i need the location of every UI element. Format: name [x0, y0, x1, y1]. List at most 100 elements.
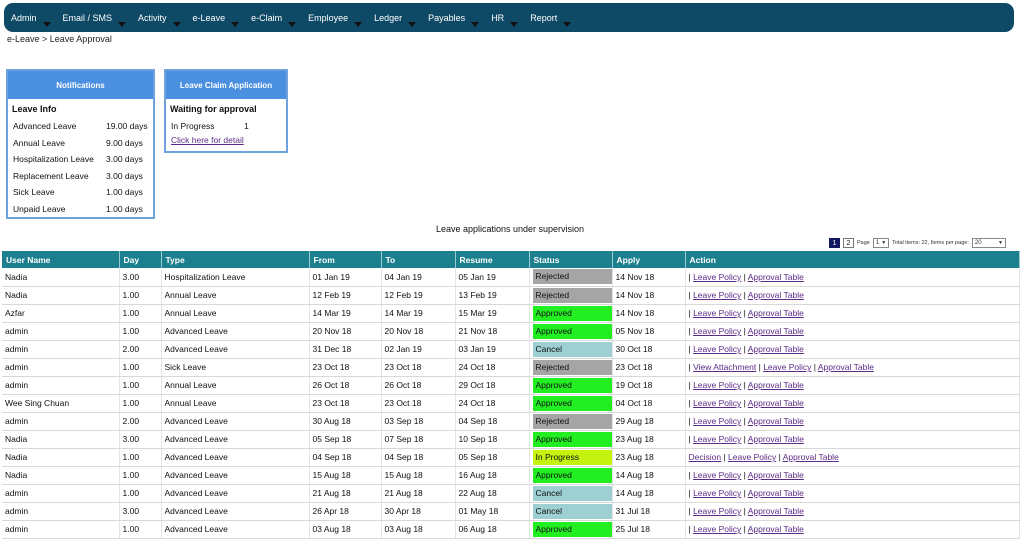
action-cell: | Leave Policy | Approval Table	[685, 430, 1020, 449]
approval-table-link[interactable]: Approval Table	[748, 272, 804, 282]
nav-item-e-claim[interactable]: e-Claim	[251, 13, 297, 27]
approval-table-link[interactable]: Approval Table	[748, 380, 804, 390]
user-name-cell: admin	[2, 520, 120, 539]
approval-table-link[interactable]: Approval Table	[748, 290, 804, 300]
column-header[interactable]: Status	[529, 251, 613, 268]
resume-cell: 15 Mar 19	[455, 304, 530, 323]
leave-policy-link[interactable]: Leave Policy	[693, 398, 741, 408]
leave-policy-link[interactable]: Leave Policy	[728, 452, 776, 462]
column-header[interactable]: Action	[685, 251, 1020, 268]
leave-policy-link[interactable]: Leave Policy	[693, 326, 741, 336]
leave-policy-link[interactable]: Leave Policy	[763, 362, 811, 372]
user-name-cell: Nadia	[2, 268, 120, 287]
leave-info-row: Sick Leave 1.00 days	[8, 184, 153, 201]
leave-policy-link[interactable]: Leave Policy	[693, 488, 741, 498]
leave-policy-link[interactable]: Leave Policy	[693, 308, 741, 318]
column-header[interactable]: Resume	[455, 251, 530, 268]
approval-table-link[interactable]: Approval Table	[783, 452, 839, 462]
type-cell: Advanced Leave	[161, 412, 310, 431]
caret-down-icon	[231, 21, 240, 27]
page-label: Page	[857, 240, 870, 246]
nav-item-ledger[interactable]: Ledger	[374, 12, 417, 27]
from-cell: 04 Sep 18	[309, 448, 382, 467]
approval-table-link[interactable]: Approval Table	[748, 326, 804, 336]
action-cell: | Leave Policy | Approval Table	[685, 502, 1020, 521]
claim-detail-link[interactable]: Click here for detail	[171, 135, 286, 145]
nav-item-hr[interactable]: HR	[491, 13, 519, 27]
nav-item-email-sms[interactable]: Email / SMS	[63, 13, 127, 27]
nav-item-payables[interactable]: Payables	[428, 13, 480, 27]
chevron-down-icon: ▼	[881, 240, 887, 246]
nav-item-employee[interactable]: Employee	[308, 12, 363, 27]
leave-policy-link[interactable]: Leave Policy	[693, 380, 741, 390]
action-cell: | Leave Policy | Approval Table	[685, 268, 1020, 287]
action-cell: | Leave Policy | Approval Table	[685, 340, 1020, 359]
column-header[interactable]: Type	[161, 251, 310, 268]
table-row: Nadia 1.00 Advanced Leave 15 Aug 18 15 Aug 1…	[2, 466, 1020, 485]
leave-policy-link[interactable]: Leave Policy	[693, 416, 741, 426]
status-badge: Rejected	[532, 269, 611, 285]
leave-info-row: Unpaid Leave 1.00 days	[8, 201, 153, 218]
items-per-page-select[interactable]: 20 ▼	[971, 238, 1006, 248]
page-2-button[interactable]: 2	[843, 238, 854, 248]
column-header[interactable]: User Name	[2, 251, 120, 268]
to-cell: 14 Mar 19	[381, 304, 456, 323]
table-row: Azfar 1.00 Annual Leave 14 Mar 19 14 Mar 19 1…	[2, 304, 1020, 323]
status-cell: Cancel	[529, 484, 613, 503]
approval-table-link[interactable]: Approval Table	[748, 398, 804, 408]
approval-table-link[interactable]: Approval Table	[818, 362, 874, 372]
waiting-approval-heading: Waiting for approval	[170, 104, 257, 114]
nav-item-label: e-Leave	[192, 12, 226, 23]
approval-table-link[interactable]: Approval Table	[748, 434, 804, 444]
column-header[interactable]: From	[309, 251, 382, 268]
nav-item-admin[interactable]: Admin	[11, 13, 51, 27]
leave-policy-link[interactable]: Leave Policy	[693, 524, 741, 534]
approval-table-link[interactable]: Approval Table	[748, 524, 804, 534]
approval-table-link[interactable]: Approval Table	[748, 308, 804, 318]
leave-policy-link[interactable]: Leave Policy	[693, 344, 741, 354]
leave-policy-link[interactable]: Leave Policy	[693, 272, 741, 282]
nav-item-activity[interactable]: Activity	[138, 13, 181, 27]
approval-table-link[interactable]: Approval Table	[748, 470, 804, 480]
resume-cell: 16 Aug 18	[455, 466, 530, 485]
page-1-button[interactable]: 1	[829, 238, 840, 248]
leave-type-label: Hospitalization Leave	[13, 154, 94, 165]
leave-policy-link[interactable]: Leave Policy	[693, 470, 741, 480]
resume-cell: 21 Nov 18	[455, 322, 530, 341]
leave-info-row: Annual Leave 9.00 days	[8, 135, 153, 152]
leave-policy-link[interactable]: Leave Policy	[693, 506, 741, 516]
column-header[interactable]: Day	[119, 251, 162, 268]
nav-item-report[interactable]: Report	[530, 13, 572, 27]
total-items-summary: Total items: 22, Items per page:	[892, 240, 969, 246]
from-cell: 14 Mar 19	[309, 304, 382, 323]
user-name-cell: Nadia	[2, 286, 120, 305]
table-row: Nadia 3.00 Hospitalization Leave 01 Jan 19 0…	[2, 268, 1020, 287]
approval-table-link[interactable]: Approval Table	[748, 344, 804, 354]
top-navbar: Admin Email / SMS Activity e-Leave e-Claim Em…	[4, 3, 1014, 32]
nav-item-e-leave[interactable]: e-Leave	[192, 12, 240, 27]
page-select[interactable]: 1 ▼	[872, 238, 890, 248]
approval-table-link[interactable]: Approval Table	[748, 416, 804, 426]
nav-item-label: Ledger	[374, 12, 403, 23]
from-cell: 23 Oct 18	[309, 358, 382, 377]
nav-item-label: Employee	[308, 12, 349, 23]
status-badge: Cancel	[532, 485, 611, 501]
status-badge: Approved	[532, 521, 611, 537]
leave-policy-link[interactable]: Leave Policy	[693, 434, 741, 444]
column-header[interactable]: To	[381, 251, 456, 268]
table-row: admin 1.00 Annual Leave 26 Oct 18 26 Oct 18 2…	[2, 376, 1020, 395]
column-header[interactable]: Apply	[612, 251, 686, 268]
leave-approval-table: User Name Day Type From To Resume Status…	[2, 251, 1020, 539]
from-cell: 12 Feb 19	[309, 286, 382, 305]
resume-cell: 22 Aug 18	[455, 484, 530, 503]
action-cell: | Leave Policy | Approval Table	[685, 520, 1020, 539]
user-name-cell: admin	[2, 484, 120, 503]
approval-table-link[interactable]: Approval Table	[748, 488, 804, 498]
view-attachment-link[interactable]: View Attachment	[693, 362, 756, 372]
from-cell: 05 Sep 18	[309, 430, 382, 449]
to-cell: 21 Aug 18	[381, 484, 456, 503]
leave-policy-link[interactable]: Leave Policy	[693, 290, 741, 300]
type-cell: Annual Leave	[161, 376, 310, 395]
approval-table-link[interactable]: Approval Table	[748, 506, 804, 516]
decision-link[interactable]: Decision	[689, 452, 722, 462]
